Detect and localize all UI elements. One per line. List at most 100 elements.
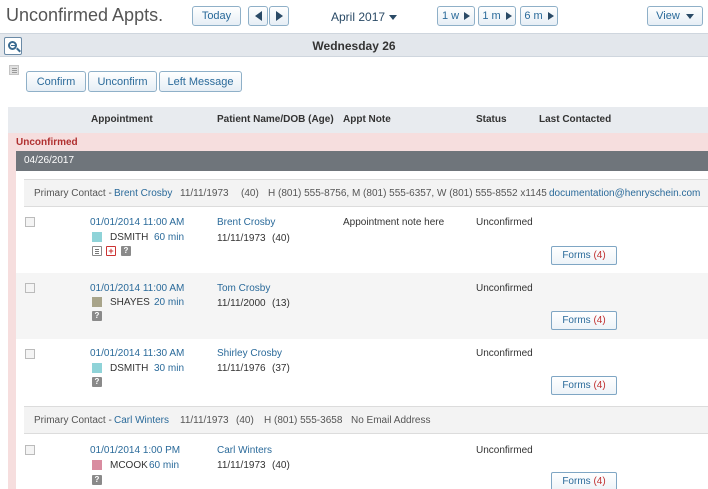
contact-email-link[interactable]: documentation@henryschein.com bbox=[549, 188, 700, 199]
provider-color-swatch bbox=[92, 232, 102, 242]
question-icon[interactable]: ? bbox=[92, 311, 102, 321]
row-checkbox[interactable] bbox=[25, 217, 35, 227]
view-dropdown[interactable]: View bbox=[647, 6, 703, 26]
patient-dob: 11/11/1973 bbox=[217, 233, 266, 244]
list-icon[interactable] bbox=[9, 65, 19, 75]
primary-contact-row: Primary Contact - Brent Crosby 11/11/197… bbox=[24, 179, 708, 207]
appt-provider: SHAYES bbox=[110, 297, 150, 308]
contact-prefix: Primary Contact - bbox=[34, 415, 112, 426]
appt-status: Unconfirmed bbox=[476, 283, 533, 294]
provider-color-swatch bbox=[92, 363, 102, 373]
appt-datetime-link[interactable]: 01/01/2014 11:00 AM bbox=[90, 283, 184, 294]
appt-note: Appointment note here bbox=[343, 217, 445, 228]
contact-age: (40) bbox=[236, 415, 254, 426]
group-header: Unconfirmed bbox=[8, 133, 708, 151]
contact-name-link[interactable]: Carl Winters bbox=[114, 415, 169, 426]
unconfirm-button[interactable]: Unconfirm bbox=[88, 71, 157, 92]
appt-datetime-link[interactable]: 01/01/2014 11:00 AM bbox=[90, 217, 184, 228]
appt-provider: MCOOK bbox=[110, 460, 148, 471]
row-checkbox[interactable] bbox=[25, 283, 35, 293]
day-title: Wednesday 26 bbox=[312, 39, 396, 53]
next-button[interactable] bbox=[269, 6, 289, 26]
patient-age: (13) bbox=[272, 298, 290, 309]
patient-age: (37) bbox=[272, 363, 290, 374]
forms-button[interactable]: Forms (4) bbox=[551, 246, 617, 265]
contact-name-link[interactable]: Brent Crosby bbox=[114, 188, 172, 199]
contact-phones: H (801) 555-3658 bbox=[264, 415, 343, 426]
chevron-down-icon bbox=[389, 14, 398, 20]
arrow-right-icon bbox=[275, 11, 283, 21]
appt-duration: 30 min bbox=[154, 363, 185, 374]
range-6m-button[interactable]: 6 m bbox=[520, 6, 558, 26]
arrow-right-icon bbox=[464, 12, 471, 20]
patient-name-link[interactable]: Tom Crosby bbox=[217, 283, 270, 294]
appt-status: Unconfirmed bbox=[476, 348, 533, 359]
group-date: 04/26/2017 bbox=[24, 155, 75, 166]
medical-alert-icon[interactable]: + bbox=[106, 246, 116, 256]
patient-name-link[interactable]: Shirley Crosby bbox=[217, 348, 282, 359]
appt-status: Unconfirmed bbox=[476, 445, 533, 456]
forms-label: Forms bbox=[562, 315, 591, 326]
left-message-label: Left Message bbox=[167, 75, 234, 88]
previous-button[interactable] bbox=[248, 6, 268, 26]
forms-count: (4) bbox=[593, 380, 606, 391]
question-icon[interactable]: ? bbox=[92, 377, 102, 387]
appt-duration: 60 min bbox=[154, 232, 185, 243]
patient-dob: 11/11/1973 bbox=[217, 460, 266, 471]
date-bar: 04/26/2017 bbox=[16, 151, 708, 171]
appointment-row: 01/01/2014 11:00 AM DSMITH 60 min + ? Br… bbox=[16, 207, 708, 273]
column-header-row: Appointment Patient Name/DOB (Age) Appt … bbox=[8, 107, 708, 133]
column-patient[interactable]: Patient Name/DOB (Age) bbox=[217, 114, 334, 125]
patient-age: (40) bbox=[272, 233, 290, 244]
appointment-row: 01/01/2014 1:00 PM MCOOK 60 min ? Carl W… bbox=[16, 435, 708, 489]
patient-name-link[interactable]: Carl Winters bbox=[217, 445, 272, 456]
forms-count: (4) bbox=[593, 315, 606, 326]
appt-datetime-link[interactable]: 01/01/2014 1:00 PM bbox=[90, 445, 180, 456]
view-label: View bbox=[656, 10, 680, 22]
appt-provider: DSMITH bbox=[110, 232, 149, 243]
contact-email: No Email Address bbox=[351, 415, 431, 426]
patient-name-link[interactable]: Brent Crosby bbox=[217, 217, 275, 228]
forms-button[interactable]: Forms (4) bbox=[551, 376, 617, 395]
question-icon[interactable]: ? bbox=[92, 475, 102, 485]
top-bar: Unconfirmed Appts. Today April 2017 1 w … bbox=[0, 0, 708, 33]
note-icon[interactable] bbox=[92, 246, 102, 256]
confirm-button[interactable]: Confirm bbox=[26, 71, 86, 92]
confirm-label: Confirm bbox=[36, 75, 76, 88]
contact-dob: 11/11/1973 bbox=[180, 415, 229, 426]
arrow-left-icon bbox=[254, 11, 262, 21]
forms-button[interactable]: Forms (4) bbox=[551, 311, 617, 330]
appt-duration: 60 min bbox=[149, 460, 180, 471]
appt-status: Unconfirmed bbox=[476, 217, 533, 228]
column-last-contacted[interactable]: Last Contacted bbox=[539, 114, 611, 125]
today-label: Today bbox=[201, 10, 232, 22]
column-appointment[interactable]: Appointment bbox=[91, 114, 153, 125]
provider-color-swatch bbox=[92, 460, 102, 470]
row-checkbox[interactable] bbox=[25, 349, 35, 359]
month-dropdown[interactable]: April 2017 bbox=[331, 10, 398, 24]
left-message-button[interactable]: Left Message bbox=[159, 71, 242, 92]
primary-contact-row: Primary Contact - Carl Winters 11/11/197… bbox=[24, 406, 708, 434]
range-1w-button[interactable]: 1 w bbox=[437, 6, 475, 26]
forms-count: (4) bbox=[593, 476, 606, 487]
today-button[interactable]: Today bbox=[192, 6, 241, 26]
column-appt-note[interactable]: Appt Note bbox=[343, 114, 391, 125]
group-label: Unconfirmed bbox=[16, 137, 78, 148]
appt-datetime-link[interactable]: 01/01/2014 11:30 AM bbox=[90, 348, 184, 359]
row-checkbox[interactable] bbox=[25, 445, 35, 455]
appointment-row: 01/01/2014 11:00 AM SHAYES 20 min ? Tom … bbox=[16, 273, 708, 339]
forms-button[interactable]: Forms (4) bbox=[551, 472, 617, 489]
range-1m-label: 1 m bbox=[482, 10, 501, 22]
forms-label: Forms bbox=[562, 380, 591, 391]
page-title: Unconfirmed Appts. bbox=[6, 5, 164, 25]
day-header: Wednesday 26 bbox=[0, 33, 708, 57]
provider-color-swatch bbox=[92, 297, 102, 307]
range-1m-button[interactable]: 1 m bbox=[478, 6, 516, 26]
appt-provider: DSMITH bbox=[110, 363, 149, 374]
contact-age: (40) bbox=[241, 188, 259, 199]
column-status[interactable]: Status bbox=[476, 114, 507, 125]
arrow-right-icon bbox=[505, 12, 512, 20]
question-icon[interactable]: ? bbox=[121, 246, 131, 256]
arrow-right-icon bbox=[547, 12, 554, 20]
appointment-row: 01/01/2014 11:30 AM DSMITH 30 min ? Shir… bbox=[16, 339, 708, 405]
